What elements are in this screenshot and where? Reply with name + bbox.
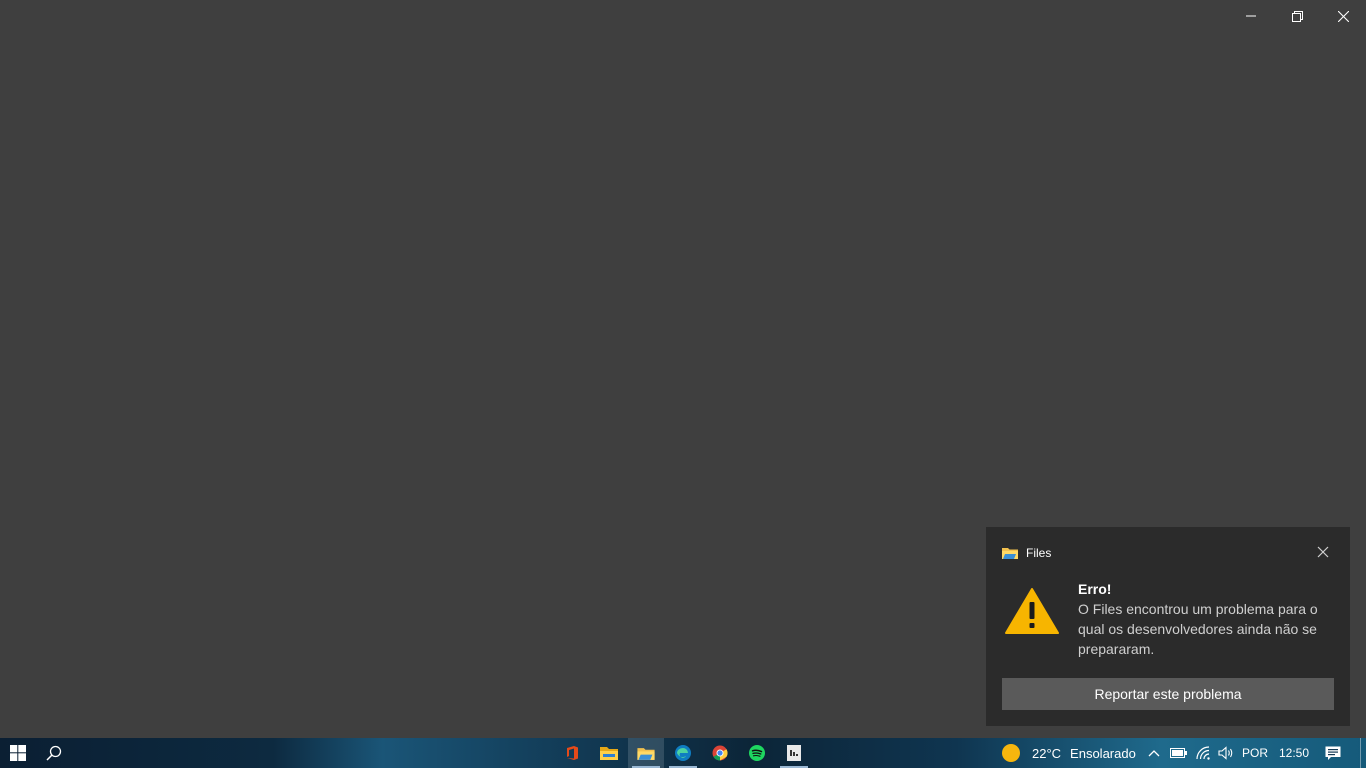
notifications-icon bbox=[1325, 746, 1341, 760]
taskbar-app-notepad[interactable] bbox=[776, 738, 812, 768]
battery-tray-button[interactable] bbox=[1167, 738, 1189, 768]
close-button[interactable] bbox=[1320, 0, 1366, 32]
show-hidden-icons-button[interactable] bbox=[1144, 738, 1164, 768]
taskbar-app-chrome[interactable] bbox=[702, 738, 738, 768]
toast-header: Files bbox=[1002, 545, 1051, 561]
network-tray-button[interactable] bbox=[1192, 738, 1214, 768]
volume-tray-button[interactable] bbox=[1215, 738, 1237, 768]
taskbar-app-files[interactable] bbox=[628, 738, 664, 768]
close-icon bbox=[1337, 10, 1349, 22]
minimize-icon bbox=[1246, 15, 1256, 17]
files-app-icon bbox=[637, 747, 655, 760]
clock[interactable]: 12:50 bbox=[1274, 738, 1314, 768]
taskbar-app-file-explorer[interactable] bbox=[591, 738, 627, 768]
weather-temperature: 22°C bbox=[1032, 745, 1062, 761]
windows-logo-icon bbox=[10, 745, 26, 761]
toast-message: O Files encontrou um problema para o qua… bbox=[1078, 601, 1318, 657]
notepad-icon bbox=[787, 745, 801, 761]
show-desktop-button[interactable] bbox=[1360, 738, 1366, 768]
minimize-button[interactable] bbox=[1228, 0, 1274, 32]
chrome-icon bbox=[712, 745, 728, 761]
window-caption-buttons bbox=[1228, 0, 1366, 32]
files-app-icon bbox=[1002, 548, 1018, 559]
warning-icon bbox=[1005, 588, 1059, 634]
taskbar-app-office[interactable] bbox=[554, 738, 590, 768]
toast-text: Erro! O Files encontrou um problema para… bbox=[1078, 579, 1340, 659]
language-label: POR bbox=[1241, 746, 1268, 760]
restore-button[interactable] bbox=[1274, 0, 1320, 32]
search-button[interactable] bbox=[36, 738, 72, 768]
wifi-icon bbox=[1195, 746, 1210, 760]
toast-app-name: Files bbox=[1026, 546, 1052, 560]
sun-icon bbox=[1002, 744, 1020, 762]
taskbar-app-edge[interactable] bbox=[665, 738, 701, 768]
toast-close-icon[interactable] bbox=[1316, 545, 1330, 559]
start-button[interactable] bbox=[0, 738, 36, 768]
restore-icon bbox=[1291, 10, 1303, 22]
chevron-up-icon bbox=[1148, 750, 1160, 757]
office-icon bbox=[567, 746, 578, 760]
speaker-icon bbox=[1218, 746, 1233, 760]
folder-icon bbox=[600, 746, 618, 760]
error-toast-notification: Files Erro! O Files encontrou um problem… bbox=[986, 527, 1350, 726]
battery-icon bbox=[1169, 748, 1187, 758]
taskbar-app-spotify[interactable] bbox=[739, 738, 775, 768]
report-problem-button[interactable]: Reportar este problema bbox=[1002, 678, 1334, 710]
toast-title: Erro! bbox=[1078, 581, 1112, 597]
language-indicator[interactable]: POR bbox=[1239, 738, 1271, 768]
taskbar: 22°C Ensolarado POR 12:50 bbox=[0, 738, 1366, 768]
spotify-icon bbox=[749, 745, 765, 761]
edge-icon bbox=[675, 745, 691, 761]
clock-time: 12:50 bbox=[1278, 746, 1310, 760]
weather-widget[interactable]: 22°C Ensolarado bbox=[998, 738, 1138, 768]
search-icon bbox=[46, 745, 62, 761]
weather-condition: Ensolarado bbox=[1070, 745, 1136, 761]
action-center-button[interactable] bbox=[1316, 738, 1350, 768]
